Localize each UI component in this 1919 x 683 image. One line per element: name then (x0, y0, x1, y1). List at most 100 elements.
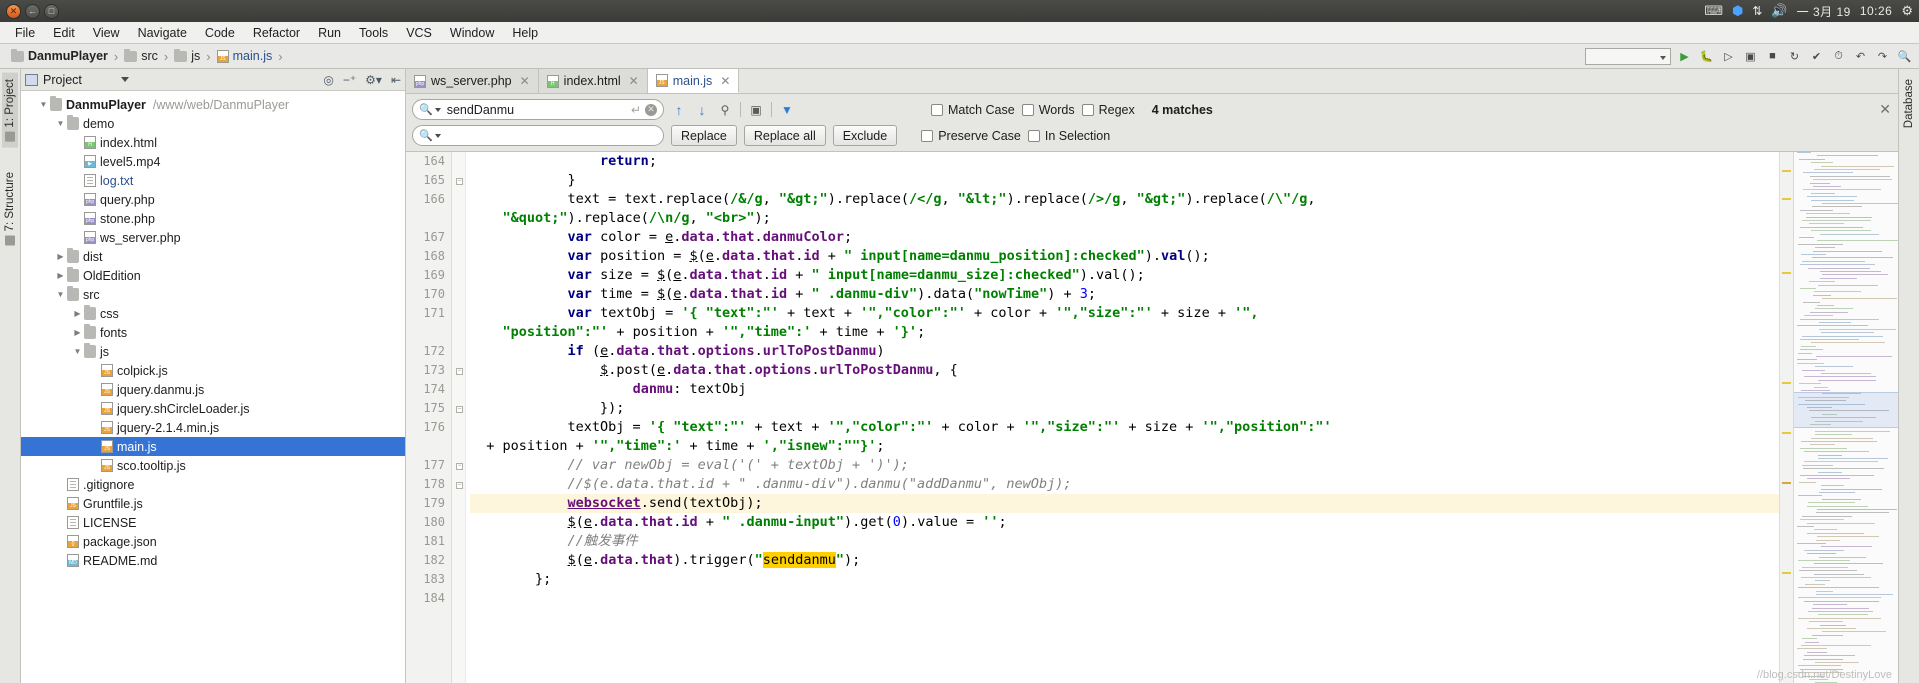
gear-icon[interactable]: ⚙ (1901, 3, 1913, 19)
tree-item-css[interactable]: css (21, 304, 405, 323)
code-line[interactable]: return; (470, 152, 1779, 171)
close-icon[interactable]: ✕ (629, 74, 639, 88)
menu-window[interactable]: Window (441, 24, 503, 42)
editor-tab-ws_server-php[interactable]: php ws_server.php ✕ (406, 69, 539, 93)
redo-icon[interactable]: ↷ (1874, 48, 1891, 65)
network-updown-icon[interactable]: ⇅ (1752, 4, 1762, 18)
code-marker[interactable] (1782, 382, 1791, 384)
tree-item-ws-server-php[interactable]: php ws_server.php (21, 228, 405, 247)
tree-item-readme-md[interactable]: MD README.md (21, 551, 405, 570)
chevron-down-icon[interactable] (434, 133, 441, 138)
tree-item-fonts[interactable]: fonts (21, 323, 405, 342)
code-line[interactable]: var color = e.data.that.danmuColor; (470, 228, 1779, 247)
checkbox-box[interactable] (931, 103, 943, 116)
filter-icon[interactable]: ▼ (779, 103, 795, 117)
menu-refactor[interactable]: Refactor (244, 24, 309, 42)
sidebar-tab-database[interactable]: Database (1901, 73, 1917, 134)
search-field-wrapper[interactable]: 🔍 ↵ ✕ (412, 99, 664, 120)
code-line[interactable]: "&quot;").replace(/\n/g, "<br>"); (470, 209, 1779, 228)
tree-item-log-txt[interactable]: log.txt (21, 171, 405, 190)
window-controls[interactable]: ✕ ← □ (0, 3, 59, 19)
code-line[interactable]: danmu: textObj (470, 380, 1779, 399)
run-icon[interactable]: ▶ (1676, 48, 1693, 65)
exclude-button[interactable]: Exclude (832, 125, 898, 146)
tree-item-demo[interactable]: demo (21, 114, 405, 133)
breadcrumb-item-js[interactable]: js (171, 48, 203, 63)
code-line[interactable]: } (470, 171, 1779, 190)
tree-item-stone-php[interactable]: php stone.php (21, 209, 405, 228)
minimap-viewport[interactable] (1794, 392, 1898, 428)
code-line[interactable]: if (e.data.that.options.urlToPostDanmu) (470, 342, 1779, 361)
breadcrumb-item-project[interactable]: DanmuPlayer (8, 48, 111, 63)
chevron-right-icon[interactable] (71, 328, 84, 337)
tree-item-dist[interactable]: dist (21, 247, 405, 266)
code-marker[interactable] (1782, 572, 1791, 574)
chevron-down-icon[interactable] (54, 119, 67, 128)
chevron-right-icon[interactable] (71, 309, 84, 318)
tree-item-oldedition[interactable]: OldEdition (21, 266, 405, 285)
menu-navigate[interactable]: Navigate (129, 24, 196, 42)
bluetooth-icon[interactable]: ⬢ (1732, 3, 1743, 19)
window-maximize-button[interactable]: □ (44, 3, 59, 19)
regex-checkbox[interactable]: Regex (1081, 103, 1135, 117)
search-input[interactable] (444, 101, 627, 118)
tree-item-package-json[interactable]: {} package.json (21, 532, 405, 551)
code-line[interactable]: }; (470, 570, 1779, 589)
fold-marker[interactable]: − (456, 463, 463, 470)
words-checkbox[interactable]: Words (1021, 103, 1075, 117)
chevron-down-icon[interactable] (120, 77, 129, 82)
code-marker[interactable] (1782, 170, 1791, 172)
code-folding-column[interactable]: – − – − – (452, 152, 466, 683)
fold-marker[interactable]: – (456, 482, 463, 489)
code-marker[interactable] (1782, 432, 1791, 434)
vcs-commit-icon[interactable]: ✔ (1808, 48, 1825, 65)
run-configuration-selector[interactable] (1585, 47, 1671, 65)
menu-edit[interactable]: Edit (44, 24, 84, 42)
prev-match-icon[interactable]: ↑ (671, 102, 687, 118)
vcs-update-icon[interactable]: ↻ (1786, 48, 1803, 65)
checkbox-box[interactable] (921, 129, 934, 142)
preserve-case-checkbox[interactable]: Preserve Case (921, 129, 1021, 143)
clear-search-icon[interactable]: ✕ (645, 103, 657, 116)
chevron-down-icon[interactable] (71, 347, 84, 356)
code-minimap[interactable] (1793, 152, 1898, 683)
code-line[interactable]: var textObj = '{ "text":"' + text + '","… (470, 304, 1779, 323)
menu-file[interactable]: File (6, 24, 44, 42)
code-line[interactable]: 💡 websocket.send(textObj); (466, 494, 1779, 513)
fold-marker[interactable]: − (456, 368, 463, 375)
menu-run[interactable]: Run (309, 24, 350, 42)
chevron-down-icon[interactable] (37, 100, 50, 109)
match-case-checkbox[interactable]: Match Case (931, 103, 1015, 117)
keyboard-icon[interactable]: ⌨ (1704, 3, 1723, 19)
code-line[interactable]: textObj = '{ "text":"' + text + '","colo… (470, 418, 1779, 437)
tree-item--gitignore[interactable]: .gitignore (21, 475, 405, 494)
fold-marker[interactable]: – (456, 406, 463, 413)
code-line[interactable]: $.post(e.data.that.options.urlToPostDanm… (470, 361, 1779, 380)
code-text[interactable]: return; } text = text.replace(/&/g, "&gt… (466, 152, 1779, 683)
vcs-history-icon[interactable]: ⏱ (1830, 48, 1847, 65)
tree-item-jquery-2-1-4-min-js[interactable]: JS jquery-2.1.4.min.js (21, 418, 405, 437)
menu-code[interactable]: Code (196, 24, 244, 42)
checkbox-box[interactable] (1021, 103, 1034, 116)
tree-item-query-php[interactable]: php query.php (21, 190, 405, 209)
code-line[interactable]: $(e.data.that.id + " .danmu-input").get(… (470, 513, 1779, 532)
code-line[interactable]: text = text.replace(/&/g, "&gt;").replac… (470, 190, 1779, 209)
next-match-icon[interactable]: ↓ (694, 102, 710, 118)
code-line[interactable]: var position = $(e.data.that.id + " inpu… (470, 247, 1779, 266)
code-line[interactable] (470, 589, 1779, 608)
code-marker[interactable] (1782, 272, 1791, 274)
tree-item-js[interactable]: js (21, 342, 405, 361)
debug-icon[interactable]: 🐛 (1698, 48, 1715, 65)
code-line[interactable]: var size = $(e.data.that.id + " input[na… (470, 266, 1779, 285)
code-marker[interactable] (1782, 198, 1791, 200)
select-all-occurrences-icon[interactable]: ▣ (748, 103, 764, 117)
chevron-down-icon[interactable] (434, 107, 441, 112)
chevron-right-icon[interactable] (54, 271, 67, 280)
close-icon[interactable]: ✕ (520, 74, 530, 88)
code-line[interactable]: var time = $(e.data.that.id + " .danmu-d… (470, 285, 1779, 304)
breadcrumb-item-src[interactable]: src (121, 48, 161, 63)
tree-item-level5-mp4[interactable]: ▶ level5.mp4 (21, 152, 405, 171)
collapse-all-icon[interactable]: −​⁺ (343, 74, 356, 86)
menu-help[interactable]: Help (503, 24, 547, 42)
code-line[interactable]: }); (470, 399, 1779, 418)
